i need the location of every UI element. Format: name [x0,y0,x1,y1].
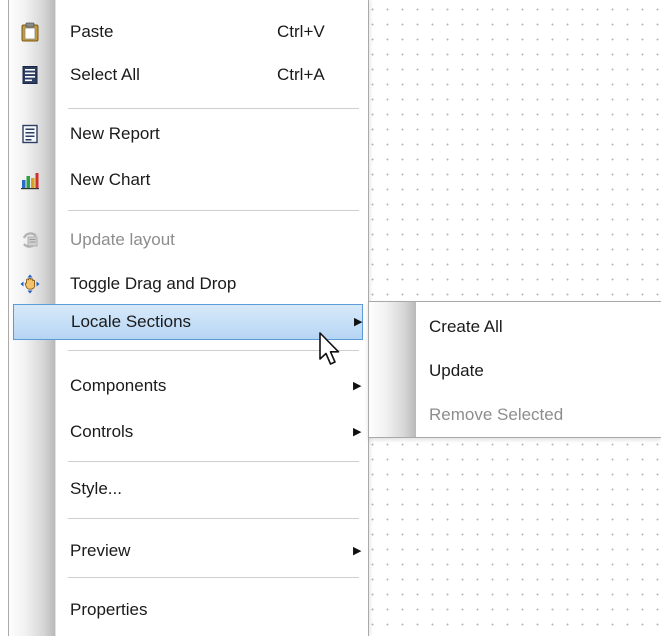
menu-item-label: Select All [70,65,140,84]
context-menu: Paste Ctrl+V Select All Ctrl+A New Repor… [8,0,369,636]
menu-item-toggle-drag-and-drop[interactable]: Toggle Drag and Drop [9,266,368,302]
submenu-item-label: Update [429,361,484,380]
menu-item-label: New Report [70,124,160,143]
menu-separator [68,461,359,462]
menu-separator [68,350,359,351]
submenu-item-remove-selected[interactable]: Remove Selected [369,397,661,433]
menu-item-controls[interactable]: Controls ▶ [9,414,368,450]
new-report-icon [22,124,38,144]
menu-item-components[interactable]: Components ▶ [9,368,368,404]
shortcut-label: Ctrl+V [277,22,325,41]
menu-item-label: Properties [70,600,148,619]
menu-item-select-all[interactable]: Select All Ctrl+A [9,57,368,93]
menu-separator [68,108,359,109]
menu-item-label: Locale Sections [71,312,192,331]
select-all-document-icon [22,66,38,84]
menu-item-label: Paste [70,22,114,41]
mouse-pointer-icon [319,332,340,365]
menu-item-label: Toggle Drag and Drop [70,274,237,293]
locale-sections-submenu: Create All Update Remove Selected [368,301,661,438]
menu-item-paste[interactable]: Paste Ctrl+V [9,14,368,50]
menu-item-label: New Chart [70,170,151,189]
menu-item-update-layout[interactable]: Update layout [9,222,368,258]
submenu-arrow-icon: ▶ [354,316,363,328]
submenu-item-label: Remove Selected [429,405,564,424]
menu-separator [68,577,359,578]
menu-item-label: Controls [70,422,134,441]
menu-item-label: Preview [70,541,131,560]
menu-item-preview[interactable]: Preview ▶ [9,533,368,569]
menu-item-label: Components [70,376,167,395]
drag-hand-icon [20,274,40,294]
submenu-arrow-icon: ▶ [353,380,362,392]
bar-chart-icon [21,173,39,190]
menu-item-style[interactable]: Style... [9,471,368,507]
menu-item-new-chart[interactable]: New Chart [9,162,368,198]
submenu-item-update[interactable]: Update [369,353,661,389]
menu-item-label: Style... [70,479,122,498]
update-layout-icon [22,232,38,248]
shortcut-label: Ctrl+A [277,65,325,84]
clipboard-paste-icon [21,22,39,42]
menu-item-label: Update layout [70,230,175,249]
submenu-item-create-all[interactable]: Create All [369,309,661,345]
menu-item-new-report[interactable]: New Report [9,116,368,152]
menu-separator [68,210,359,211]
menu-separator [68,518,359,519]
submenu-arrow-icon: ▶ [353,545,362,557]
menu-item-properties[interactable]: Properties [9,592,368,628]
menu-item-locale-sections[interactable]: Locale Sections ▶ [13,304,363,340]
submenu-arrow-icon: ▶ [353,426,362,438]
submenu-item-label: Create All [429,317,503,336]
